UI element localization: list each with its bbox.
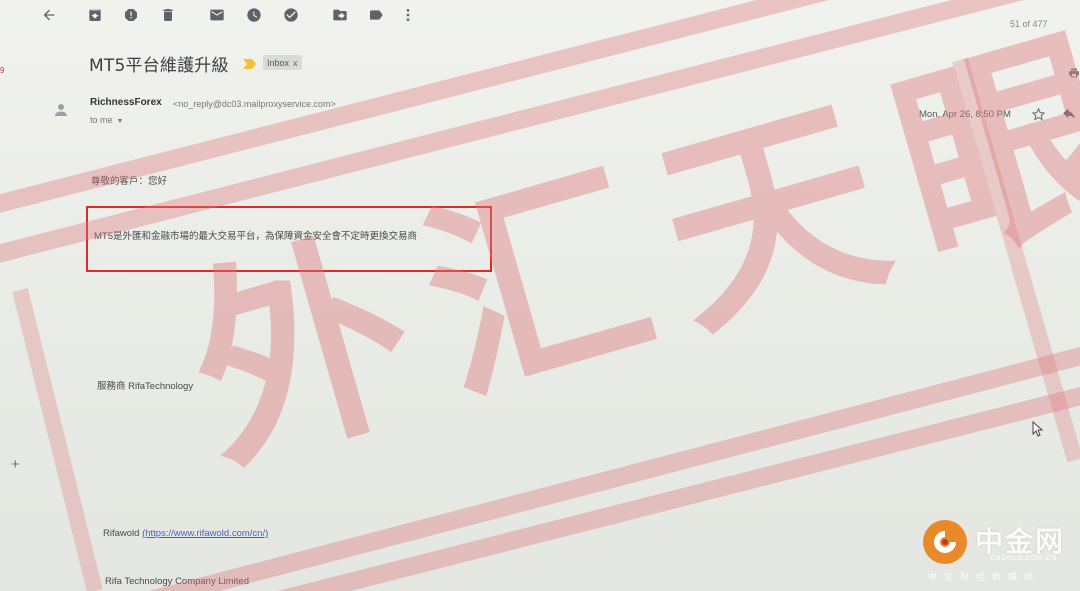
sender-avatar	[52, 101, 70, 119]
website-line: Rifawold (https://www.rifawold.com/cn/)	[103, 528, 268, 539]
cngold-logo-icon	[923, 520, 967, 564]
message-toolbar: 51 of 477	[0, 0, 1080, 30]
watermark-name: 中金网	[975, 525, 1066, 558]
reply-icon[interactable]	[1062, 108, 1078, 122]
sender-name[interactable]: RichnessForex	[90, 97, 162, 108]
email-greeting: 尊敬的客戶：您好	[91, 176, 168, 187]
label-icon[interactable]	[365, 4, 387, 26]
star-icon[interactable]	[1031, 107, 1047, 123]
website-link[interactable]: (https://www.rifawold.com/cn/)	[142, 528, 268, 539]
archive-icon[interactable]	[84, 4, 106, 26]
message-date: Mon, Apr 26, 8:50 PM	[919, 109, 1011, 120]
add-icon[interactable]: +	[11, 456, 20, 473]
email-view: 51 of 477 9 MT5平台維護升級 Inbox x RichnessFo…	[0, 0, 1080, 591]
print-icon[interactable]	[1068, 66, 1080, 78]
email-subject: MT5平台維護升級	[89, 56, 229, 76]
forex-eye-stamp: 外汇天眼	[0, 0, 1080, 591]
mark-unread-icon[interactable]	[206, 4, 228, 26]
sender-email: <no_reply@dc03.mailproxyservice.com>	[173, 99, 336, 109]
watermark-tagline: 中文财经新媒体	[928, 572, 1041, 582]
importance-marker-icon[interactable]	[243, 56, 256, 69]
inbox-label-chip[interactable]: Inbox x	[263, 55, 302, 70]
recipient-details[interactable]: to me ▼	[90, 115, 123, 125]
snooze-icon[interactable]	[243, 4, 265, 26]
delete-icon[interactable]	[157, 4, 179, 26]
cngold-watermark: 中金网 CNGOLD.COM.CN 中文财经新媒体	[920, 518, 1080, 591]
stamp-frame	[0, 0, 1080, 591]
move-to-icon[interactable]	[329, 4, 351, 26]
red-highlight-box	[86, 206, 492, 272]
report-spam-icon[interactable]	[120, 4, 142, 26]
chevron-down-icon[interactable]: ▼	[117, 118, 124, 125]
recipient-text: to me	[90, 115, 113, 125]
more-icon[interactable]	[397, 4, 419, 26]
email-signature: 服務商 RifaTechnology	[97, 381, 194, 392]
mouse-cursor-icon	[1032, 420, 1044, 437]
website-label: Rifawold	[103, 528, 140, 539]
add-task-icon[interactable]	[280, 4, 302, 26]
watermark-domain: CNGOLD.COM.CN	[990, 555, 1057, 562]
back-arrow-icon[interactable]	[38, 4, 60, 26]
left-badge: 9	[0, 66, 5, 75]
company-name: Rifa Technology Company Limited	[105, 576, 249, 587]
pager-count: 51 of 477	[1010, 19, 1048, 29]
label-text: Inbox	[267, 57, 290, 68]
remove-label-button[interactable]: x	[293, 58, 298, 68]
